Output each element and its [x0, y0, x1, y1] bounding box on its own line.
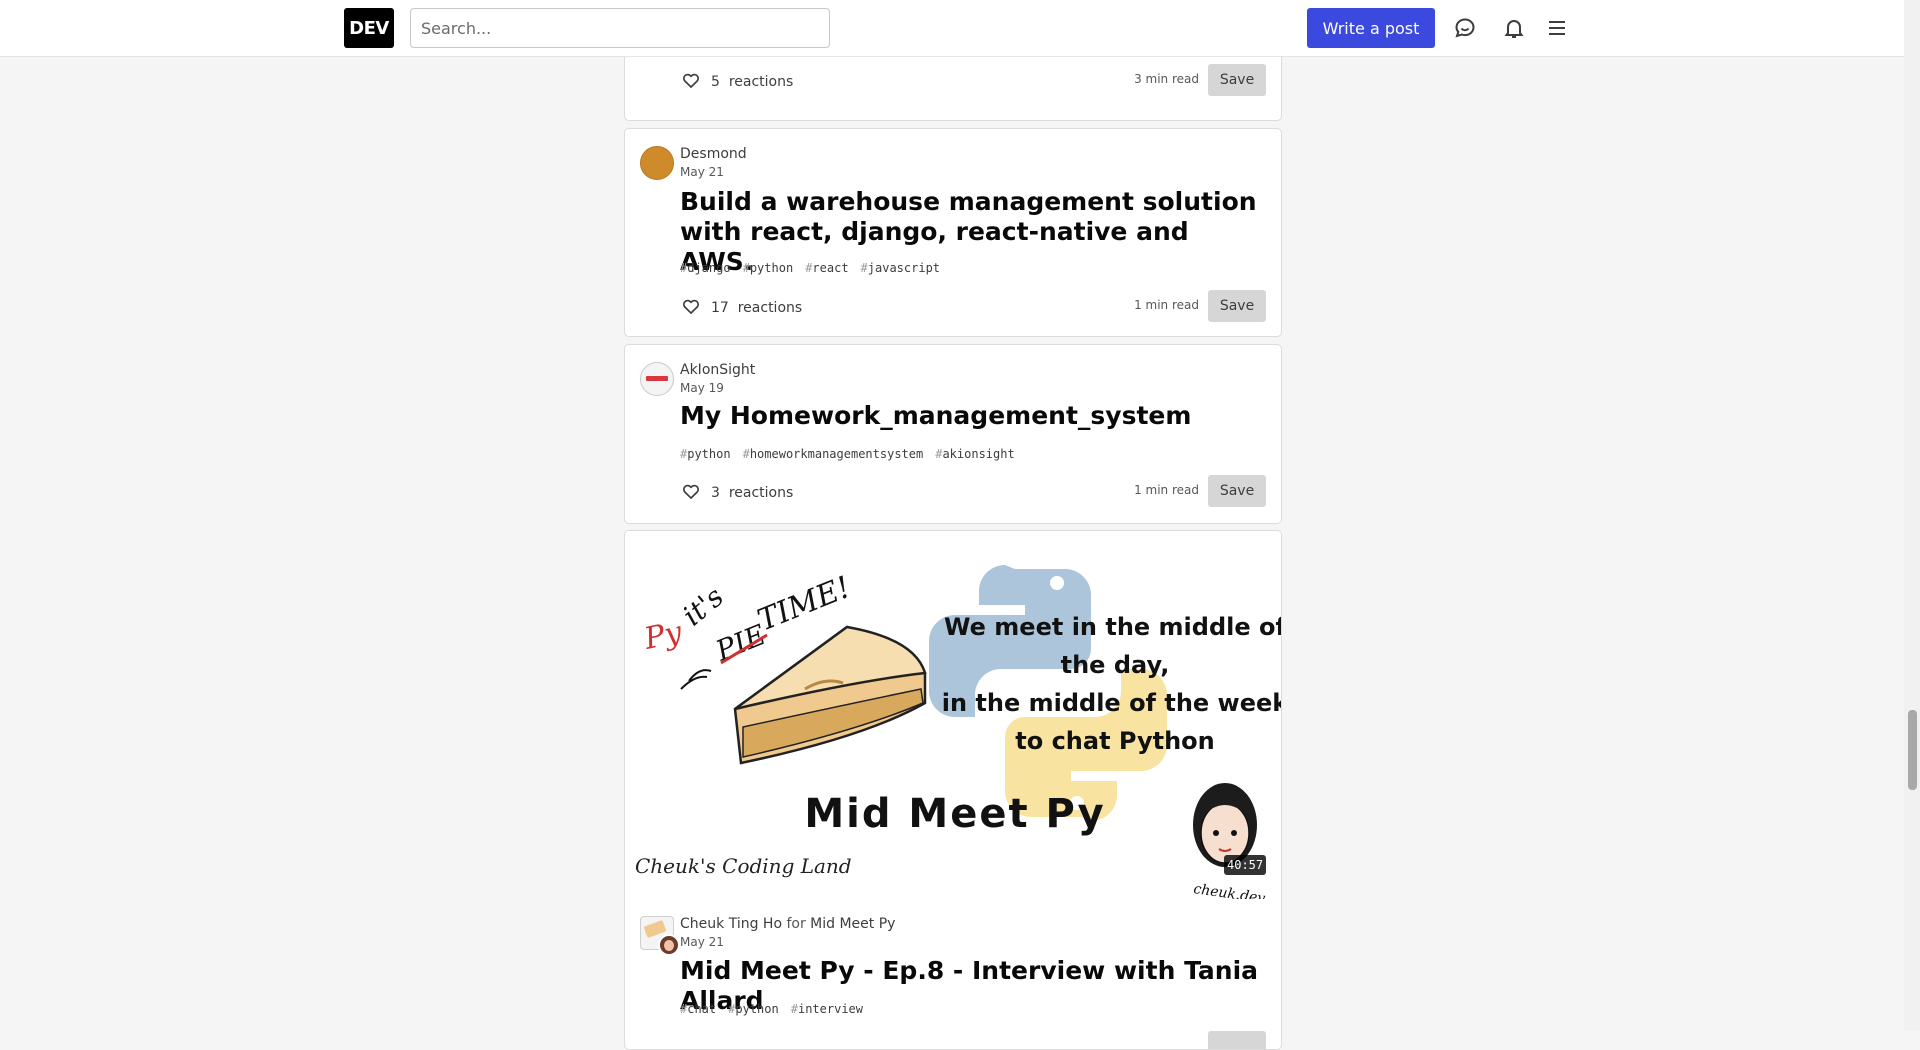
heart-icon [681, 70, 701, 94]
author-name[interactable]: AkIonSight [680, 362, 755, 378]
author-avatar[interactable] [640, 362, 674, 396]
notifications-bell-icon[interactable] [1500, 14, 1528, 42]
tag-link[interactable]: #python [743, 261, 794, 275]
for-label: for [786, 916, 806, 932]
organization-name[interactable]: Mid Meet Py [810, 916, 895, 932]
scrollbar-thumb[interactable] [1908, 710, 1917, 790]
author-avatar[interactable] [658, 934, 680, 956]
svg-text:We meet in the middle of: We meet in the middle of [944, 613, 1281, 641]
chat-icon[interactable] [1451, 14, 1479, 42]
svg-text:the day,: the day, [1061, 651, 1170, 679]
reactions-link[interactable]: 17 reactions [681, 296, 802, 320]
tag-link[interactable]: #python [728, 1002, 779, 1016]
read-time: 1 min read [1134, 298, 1199, 312]
menu-hamburger-icon[interactable] [1543, 14, 1571, 42]
tag-link[interactable]: #django [680, 261, 731, 275]
svg-text:to chat Python: to chat Python [1015, 727, 1214, 755]
heart-icon [681, 481, 701, 505]
save-button[interactable] [1208, 1031, 1266, 1049]
post-card[interactable]: Py it's PIE TIME! We meet in the middle … [624, 530, 1282, 1050]
video-duration-badge: 40:57 [1224, 855, 1267, 875]
top-navigation-bar: DEV Write a post [0, 0, 1904, 57]
post-date[interactable]: May 21 [680, 165, 724, 179]
tag-link[interactable]: #akionsight [935, 447, 1014, 461]
reactions-link[interactable]: 3 reactions [681, 481, 793, 505]
author-name[interactable]: Desmond [680, 146, 747, 162]
tag-link[interactable]: #python [680, 447, 731, 461]
save-button[interactable]: Save [1208, 290, 1266, 322]
reactions-count: 3 [711, 485, 720, 501]
reactions-count: 17 [711, 300, 729, 316]
tag-link[interactable]: #react [805, 261, 848, 275]
post-tags: #django #python #react #javascript [680, 261, 940, 275]
read-time: 1 min read [1134, 483, 1199, 497]
cover-image[interactable]: Py it's PIE TIME! We meet in the middle … [625, 531, 1281, 907]
post-tags: #python #homeworkmanagementsystem #akion… [680, 447, 1015, 461]
post-card[interactable]: AkIonSight May 19 My Homework_management… [624, 344, 1282, 524]
write-post-button[interactable]: Write a post [1307, 8, 1435, 48]
post-date[interactable]: May 21 [680, 935, 724, 949]
read-time: 3 min read [1134, 72, 1199, 86]
save-button[interactable]: Save [1208, 64, 1266, 96]
svg-text:in the middle of the week: in the middle of the week [942, 689, 1281, 717]
search-input[interactable] [410, 8, 830, 48]
reactions-label: reactions [728, 485, 794, 501]
tag-link[interactable]: #interview [791, 1002, 863, 1016]
tag-link[interactable]: #chat [680, 1002, 716, 1016]
heart-icon [681, 296, 701, 320]
reactions-count: 5 [711, 74, 720, 90]
save-button[interactable]: Save [1208, 475, 1266, 507]
post-date[interactable]: May 19 [680, 381, 724, 395]
svg-text:Mid Meet Py: Mid Meet Py [804, 791, 1105, 837]
post-card[interactable]: Desmond May 21 Build a warehouse managem… [624, 128, 1282, 337]
reactions-label: reactions [737, 300, 803, 316]
page-scrollbar[interactable] [1904, 0, 1920, 1031]
dev-logo[interactable]: DEV [344, 8, 394, 48]
author-avatar[interactable] [640, 146, 674, 180]
author-byline: Cheuk Ting Ho for Mid Meet Py [680, 916, 895, 932]
svg-text:Cheuk's Coding Land: Cheuk's Coding Land [635, 854, 852, 878]
reactions-label: reactions [728, 74, 794, 90]
cover-illustration: Py it's PIE TIME! We meet in the middle … [625, 531, 1281, 907]
reactions-link[interactable]: 5 reactions [681, 70, 793, 94]
tag-link[interactable]: #javascript [861, 261, 940, 275]
author-name[interactable]: Cheuk Ting Ho [680, 916, 782, 932]
post-tags: #chat #python #interview [680, 1002, 863, 1016]
post-title[interactable]: My Homework_management_system [680, 401, 1260, 431]
tag-link[interactable]: #homeworkmanagementsystem [743, 447, 924, 461]
